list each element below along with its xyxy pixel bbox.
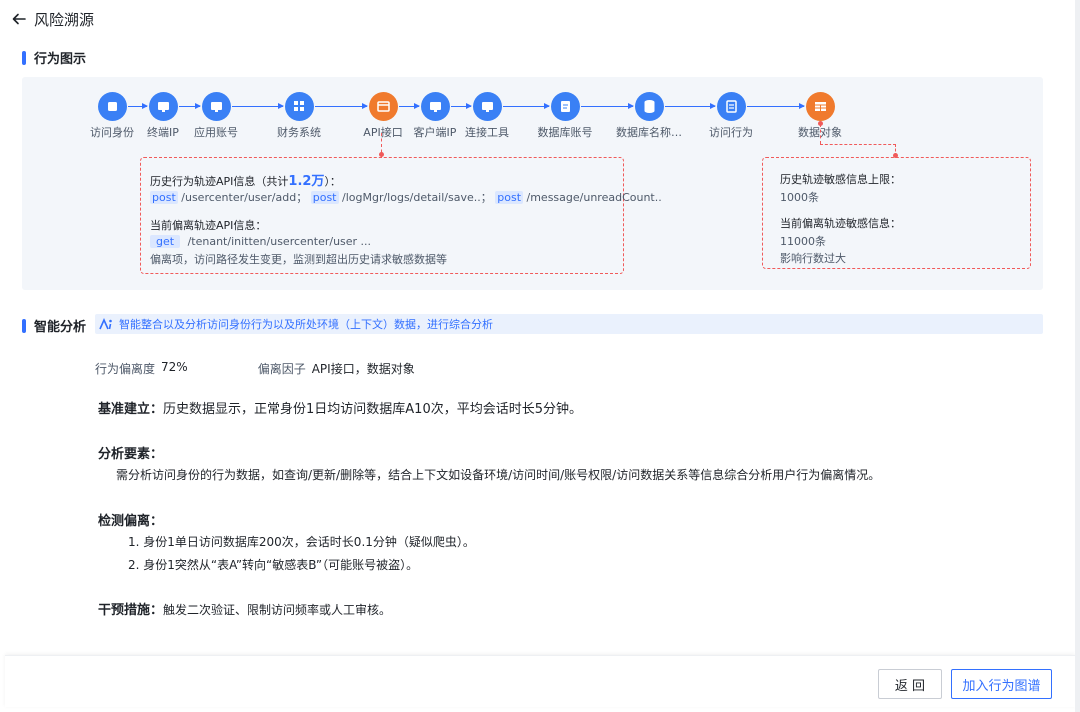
data-object-link-line xyxy=(820,124,821,144)
back-button[interactable]: 返 回 xyxy=(878,669,942,699)
detect-heading: 检测偏离： xyxy=(98,510,163,529)
api-method-tag: post xyxy=(495,191,524,204)
behavior-section-header: 行为图示 xyxy=(22,48,86,67)
measure-text: 触发二次验证、限制访问频率或人工审核。 xyxy=(163,603,392,617)
elements-label: 分析要素： xyxy=(98,447,164,462)
api-current-path: /tenant/initten/usercenter/user ... xyxy=(187,235,372,248)
page-title: 风险溯源 xyxy=(34,10,95,29)
api-method-tag: post xyxy=(310,191,339,204)
elements-text: 需分析访问身份的行为数据，如查询/更新/删除等，结合上下文如设备环境/访问时间/… xyxy=(116,468,881,482)
data-current-title: 当前偏离轨迹敏感信息： xyxy=(780,217,901,230)
measure-paragraph: 干预措施：触发二次验证、限制访问频率或人工审核。 xyxy=(98,599,391,618)
page-header: 风险溯源 xyxy=(10,6,94,32)
flow-node[interactable]: 访问行为 xyxy=(686,92,776,140)
database-icon xyxy=(634,92,664,121)
ai-analysis-banner: 智能整合以及分析访问身份行为以及所处环境（上下文）数据，进行综合分析 xyxy=(95,314,1043,334)
api-history-title-end: ）： xyxy=(324,175,341,188)
api-deviation-note: 偏离项，访问路径发生变更，监测到超出历史请求敏感数据等 xyxy=(150,253,447,266)
behavior-flow-panel: 访问身份 终端IP 应用账号 财务系统 API接口 客户端IP 连接工具 数据库账号 数据库名称… xyxy=(22,77,1043,290)
flow-node-label: 数据库账号 xyxy=(537,126,593,139)
api-link-line xyxy=(381,133,382,158)
flow-node-label: 应用账号 xyxy=(194,126,238,139)
detect-label: 检测偏离： xyxy=(98,514,164,529)
flow-node-label: 连接工具 xyxy=(465,126,509,139)
deviation-value: 72% xyxy=(161,360,188,374)
flow-node[interactable]: 数据库名称… xyxy=(604,92,694,140)
ai-banner-text: 智能整合以及分析访问身份行为以及所处环境（上下文）数据，进行综合分析 xyxy=(119,318,493,331)
baseline-text: 历史数据显示，正常身份1日均访问数据库A10次，平均会话时长5分钟。 xyxy=(163,402,582,417)
behavior-section-title: 行为图示 xyxy=(34,52,87,67)
flow-node-label: 数据库名称… xyxy=(616,126,682,139)
ai-spark-icon xyxy=(99,315,113,334)
add-to-behavior-graph-button[interactable]: 加入行为图谱 xyxy=(951,669,1052,699)
flow-node-label: 访问行为 xyxy=(709,126,753,139)
detect-item: 1. 身份1单日访问数据库200次，会话时长0.1分钟（疑似爬虫）。 xyxy=(128,535,475,549)
analysis-section-header: 智能分析 xyxy=(22,316,86,335)
table-icon xyxy=(805,92,835,121)
api-path: /logMgr/logs/detail/save..； xyxy=(342,191,492,204)
api-history-title-text: 历史行为轨迹API信息（共计 xyxy=(150,175,289,188)
measure-label: 干预措施： xyxy=(98,603,164,618)
elements-heading: 分析要素： xyxy=(98,443,163,462)
footer-bar: 返 回 加入行为图谱 xyxy=(5,655,1075,707)
section-accent-bar xyxy=(22,50,26,65)
data-current-value: 11000条 xyxy=(780,235,826,248)
api-history-title: 历史行为轨迹API信息（共计1.2万）： xyxy=(150,170,341,189)
data-info-box: 历史轨迹敏感信息上限： 1000条 当前偏离轨迹敏感信息： 11000条 影响行… xyxy=(762,157,1031,269)
deviation-metrics: 行为偏离度 72% 偏离因子 API接口，数据对象 xyxy=(95,360,415,377)
api-method-tag: post xyxy=(150,191,178,204)
flow-node-label: 财务系统 xyxy=(277,126,321,139)
flow-node[interactable]: 应用账号 xyxy=(171,92,261,140)
detect-item: 2. 身份1突然从“表A”转向“敏感表B”（可能账号被盗）。 xyxy=(128,558,419,572)
baseline-paragraph: 基准建立：历史数据显示，正常身份1日均访问数据库A10次，平均会话时长5分钟。 xyxy=(98,398,582,417)
data-impact-note: 影响行数过大 xyxy=(780,252,846,265)
flow-node[interactable]: 连接工具 xyxy=(442,92,532,140)
api-current-method-tag: get xyxy=(150,235,181,248)
section-accent-bar xyxy=(22,318,26,333)
data-object-link-horizontal xyxy=(820,144,896,145)
api-history-list: post /usercenter/user/add； post /logMgr/… xyxy=(150,189,662,205)
flow-node[interactable]: 财务系统 xyxy=(254,92,344,140)
db-account-icon xyxy=(550,92,580,121)
back-arrow-icon[interactable] xyxy=(10,10,28,28)
api-current-row: get /tenant/initten/usercenter/user ... xyxy=(150,235,371,248)
api-info-box: 历史行为轨迹API信息（共计1.2万）： post /usercenter/us… xyxy=(140,157,662,274)
api-path: /message/unreadCount.. xyxy=(526,191,662,204)
flow-node[interactable]: 数据库账号 xyxy=(520,92,610,140)
factor-label: 偏离因子 xyxy=(257,362,306,376)
baseline-label: 基准建立： xyxy=(98,402,164,417)
factor-value: API接口，数据对象 xyxy=(311,362,415,376)
api-current-title: 当前偏离轨迹API信息： xyxy=(150,219,267,232)
analysis-section-title: 智能分析 xyxy=(34,320,87,335)
page-edge xyxy=(1075,0,1080,712)
app-grid-icon xyxy=(284,92,314,121)
document-icon xyxy=(716,92,746,121)
api-history-count: 1.2万 xyxy=(288,174,325,189)
monitor-icon xyxy=(201,92,231,121)
data-history-limit-value: 1000条 xyxy=(780,191,819,204)
api-path: /usercenter/user/add； xyxy=(181,191,308,204)
monitor-icon xyxy=(472,92,502,121)
deviation-label: 行为偏离度 xyxy=(95,362,156,376)
data-history-limit-title: 历史轨迹敏感信息上限： xyxy=(780,173,901,186)
